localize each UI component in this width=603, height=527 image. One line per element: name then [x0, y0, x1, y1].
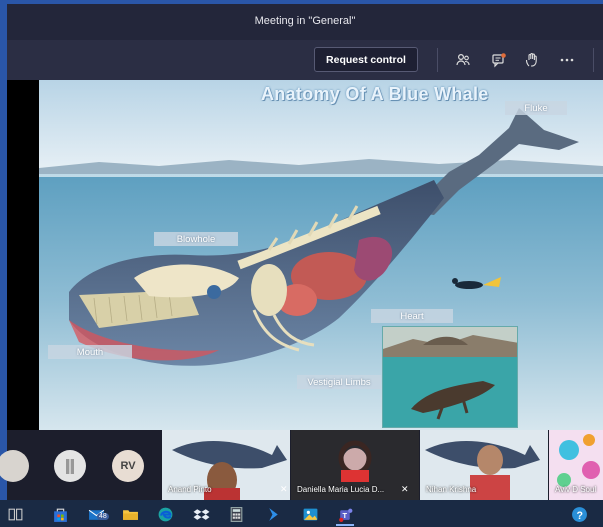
presentation-slide: Anatomy Of A Blue Whale Fluke Blowhole H… — [39, 80, 603, 430]
active-app-indicator — [336, 524, 354, 526]
windows-taskbar: 48 T ? — [0, 500, 603, 527]
dropbox-icon[interactable] — [190, 503, 212, 525]
slide-title: Anatomy Of A Blue Whale — [261, 84, 489, 104]
edge-icon[interactable] — [154, 503, 176, 525]
power-automate-icon[interactable] — [262, 503, 284, 525]
ancestor-inset-image — [382, 326, 518, 428]
toolbar-divider — [437, 48, 438, 72]
participant-tile[interactable]: Anand Pinto ✕ — [162, 430, 290, 500]
mail-badge: 48 — [97, 513, 109, 520]
label-fluke: Fluke — [505, 101, 567, 115]
participant-name: Daniella Maria Lucia D... — [297, 485, 385, 494]
photos-icon[interactable] — [299, 503, 321, 525]
task-view-icon[interactable] — [4, 503, 26, 525]
teams-meeting-window: Meeting in "General" Request control Ana… — [0, 0, 603, 527]
file-explorer-icon[interactable] — [119, 503, 141, 525]
mic-off-icon: ✕ — [280, 484, 288, 494]
mic-off-icon: ✕ — [401, 484, 409, 494]
participant-name: Anand Pinto — [168, 485, 212, 494]
participant-avatar[interactable] — [54, 450, 86, 482]
help-icon[interactable]: ? — [568, 503, 590, 525]
chat-icon[interactable] — [489, 50, 509, 70]
raise-hand-icon[interactable] — [522, 50, 542, 70]
teams-icon[interactable]: T — [334, 503, 356, 525]
svg-text:?: ? — [576, 509, 582, 521]
label-vestigial-limbs: Vestigial Limbs — [297, 375, 381, 389]
participant-tile[interactable]: Aviv D Soul — [549, 430, 603, 500]
label-blowhole: Blowhole — [154, 232, 238, 246]
more-icon[interactable] — [557, 50, 577, 70]
participant-avatar[interactable] — [0, 450, 29, 482]
store-icon[interactable] — [49, 503, 71, 525]
people-icon[interactable] — [453, 50, 473, 70]
shared-screen: Anatomy Of A Blue Whale Fluke Blowhole H… — [7, 80, 603, 430]
participant-tile[interactable]: Nihan Krishna — [420, 430, 548, 500]
participant-name: Nihan Krishna — [426, 485, 477, 494]
title-bar: Meeting in "General" — [7, 0, 603, 40]
participant-avatar-rv[interactable]: RV — [112, 450, 144, 482]
label-heart: Heart — [371, 309, 453, 323]
participant-tile[interactable]: Daniella Maria Lucia D... ✕ — [291, 430, 419, 500]
window-title: Meeting in "General" — [254, 15, 356, 27]
meeting-toolbar: Request control — [7, 40, 603, 80]
svg-text:T: T — [342, 511, 347, 520]
calculator-icon[interactable] — [225, 503, 247, 525]
participant-gallery: RV Anand Pinto ✕ Daniella Maria Lucia D.… — [0, 430, 603, 500]
label-mouth: Mouth — [48, 345, 132, 359]
window-edge — [0, 0, 7, 500]
toolbar-divider — [593, 48, 594, 72]
participant-name: Aviv D Soul — [555, 485, 597, 494]
request-control-button[interactable]: Request control — [314, 47, 418, 72]
